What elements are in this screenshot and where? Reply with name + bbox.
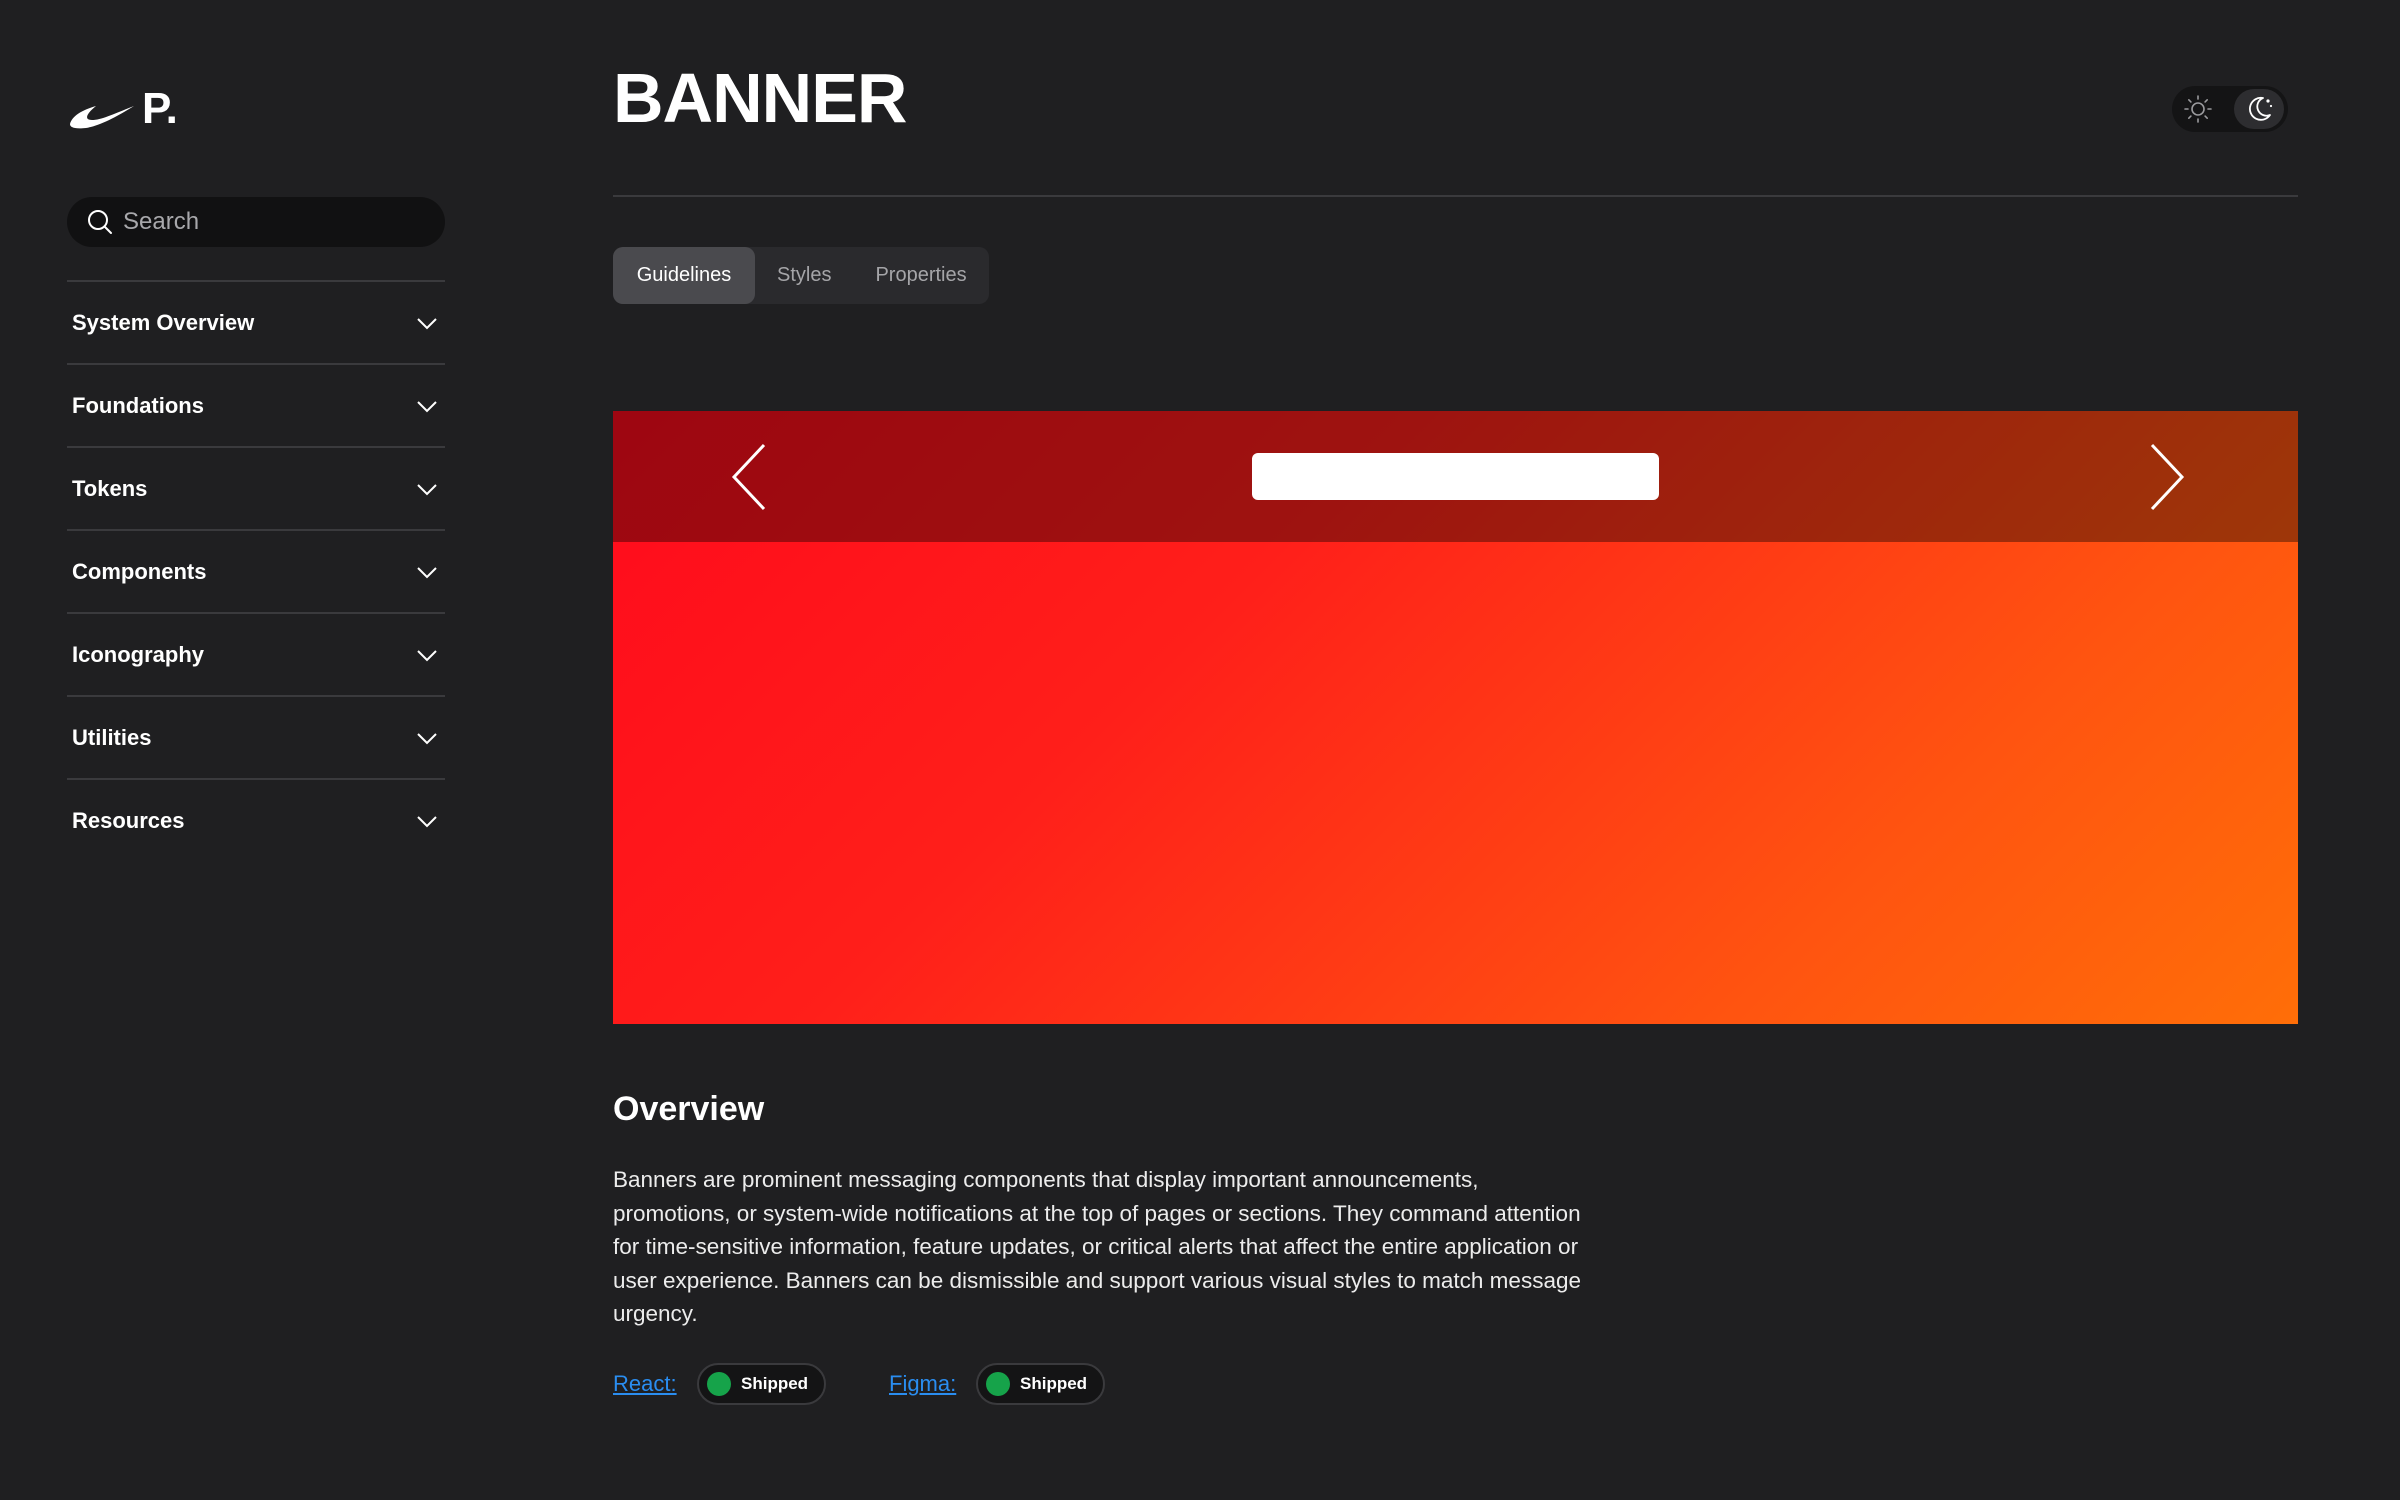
overview-heading: Overview bbox=[613, 1090, 765, 1128]
figma-link[interactable]: Figma: bbox=[889, 1371, 956, 1397]
status-badge-label: Shipped bbox=[741, 1374, 809, 1393]
banner-message-placeholder bbox=[1252, 453, 1659, 500]
sidebar-item-system-overview[interactable]: System Overview bbox=[67, 280, 445, 363]
brand-logo[interactable]: P. bbox=[68, 84, 178, 133]
tab-guidelines[interactable]: Guidelines bbox=[613, 247, 755, 304]
sidebar-item-resources[interactable]: Resources bbox=[67, 778, 445, 861]
chevron-down-icon bbox=[417, 649, 437, 661]
sidebar-item-components[interactable]: Components bbox=[67, 529, 445, 612]
sidebar-item-label: Iconography bbox=[72, 641, 205, 667]
chevron-down-icon bbox=[417, 566, 437, 578]
chevron-down-icon bbox=[417, 732, 437, 744]
search-input[interactable] bbox=[123, 208, 423, 236]
search-icon bbox=[88, 210, 112, 234]
react-link[interactable]: React: bbox=[613, 1371, 677, 1397]
sidebar-item-label: Tokens bbox=[72, 475, 148, 501]
sidebar-item-label: Resources bbox=[72, 807, 185, 833]
chevron-left-icon[interactable] bbox=[728, 441, 778, 513]
banner-strip bbox=[613, 411, 2298, 542]
sidebar-item-tokens[interactable]: Tokens bbox=[67, 446, 445, 529]
tab-styles[interactable]: Styles bbox=[755, 247, 853, 304]
chevron-down-icon bbox=[417, 317, 437, 329]
tab-bar: Guidelines Styles Properties bbox=[613, 247, 989, 304]
chevron-right-icon[interactable] bbox=[2138, 441, 2188, 513]
sidebar-item-label: System Overview bbox=[72, 309, 255, 335]
status-badge-react: Shipped bbox=[697, 1363, 827, 1405]
sidebar-item-utilities[interactable]: Utilities bbox=[67, 695, 445, 778]
brand-logo-text: P. bbox=[142, 84, 178, 133]
status-dot bbox=[986, 1372, 1010, 1396]
sidebar-item-label: Components bbox=[72, 558, 207, 584]
status-dot bbox=[707, 1372, 731, 1396]
moon-icon bbox=[2249, 96, 2273, 121]
overview-body: Banners are prominent messaging componen… bbox=[613, 1167, 1581, 1326]
status-badge-label: Shipped bbox=[1020, 1374, 1088, 1393]
sidebar-item-iconography[interactable]: Iconography bbox=[67, 612, 445, 695]
sidebar-nav: System Overview Foundations Tokens Compo… bbox=[67, 280, 445, 861]
header-divider bbox=[613, 195, 2298, 197]
sidebar-item-label: Foundations bbox=[72, 392, 204, 418]
search-box[interactable] bbox=[67, 197, 445, 247]
status-row: React: Shipped Figma: Shipped bbox=[613, 1363, 1313, 1407]
sun-icon[interactable] bbox=[2182, 93, 2214, 125]
sidebar-item-label: Utilities bbox=[72, 724, 152, 750]
banner-preview bbox=[613, 411, 2298, 1024]
chevron-down-icon bbox=[417, 815, 437, 827]
page-title: BANNER bbox=[613, 59, 907, 137]
chevron-down-icon bbox=[417, 483, 437, 495]
sidebar-item-foundations[interactable]: Foundations bbox=[67, 363, 445, 446]
chevron-down-icon bbox=[417, 400, 437, 412]
theme-option-dark[interactable] bbox=[2234, 89, 2284, 129]
theme-toggle[interactable] bbox=[2172, 86, 2288, 132]
tab-properties[interactable]: Properties bbox=[853, 247, 988, 304]
status-badge-figma: Shipped bbox=[976, 1363, 1106, 1405]
